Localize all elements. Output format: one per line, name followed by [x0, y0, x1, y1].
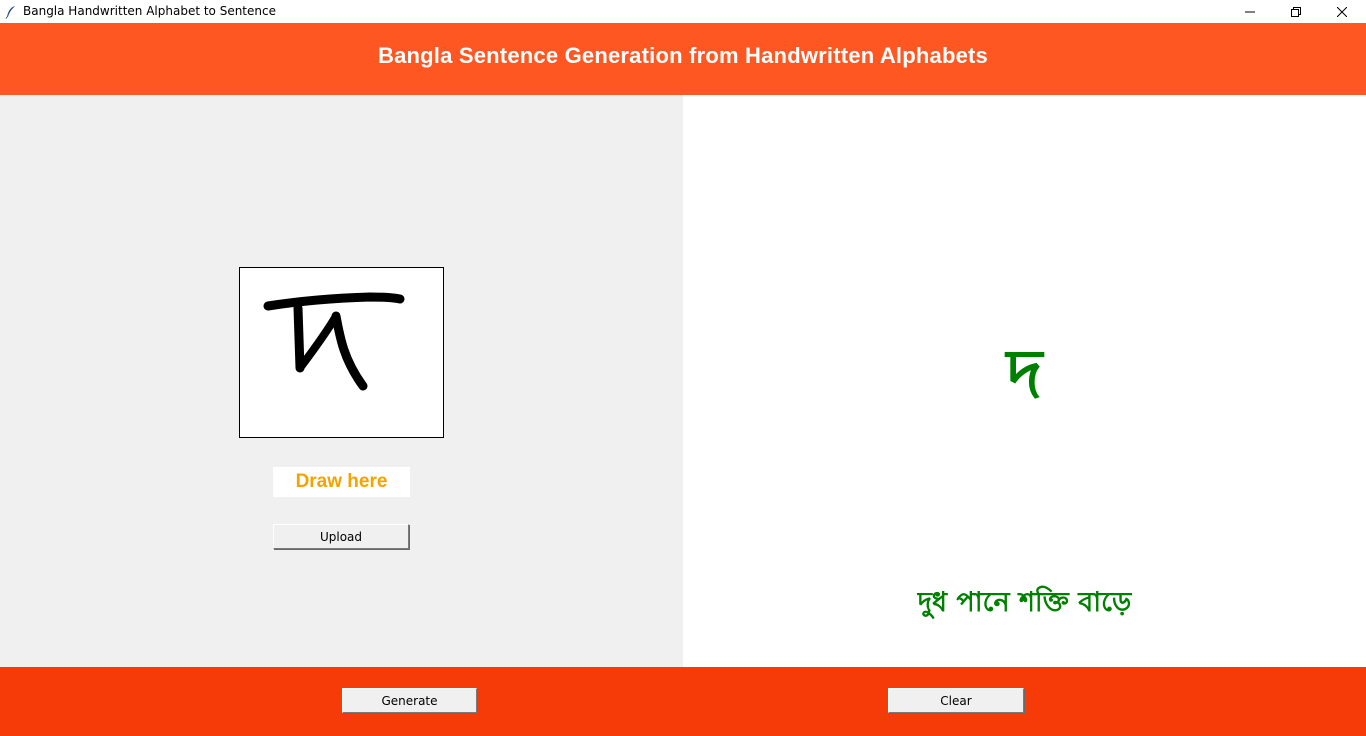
generated-sentence: দুধ পানে শক্তি বাড়ে — [917, 587, 1132, 618]
clear-button[interactable]: Clear — [888, 688, 1024, 713]
page-title: Bangla Sentence Generation from Handwrit… — [378, 43, 988, 68]
window-title: Bangla Handwritten Alphabet to Sentence — [23, 4, 276, 18]
handwritten-stroke — [263, 292, 405, 391]
restore-icon — [1291, 2, 1301, 21]
minimize-icon — [1245, 2, 1255, 21]
app-header: Bangla Sentence Generation from Handwrit… — [0, 23, 1366, 95]
upload-button[interactable]: Upload — [273, 524, 409, 549]
draw-here-label: Draw here — [273, 467, 410, 497]
minimize-button[interactable] — [1227, 0, 1273, 23]
generate-button[interactable]: Generate — [342, 688, 477, 713]
footer-bar: Generate Clear — [0, 667, 1366, 736]
predicted-letter: দ — [1006, 335, 1043, 414]
close-icon — [1336, 2, 1348, 21]
result-panel: দ দুধ পানে শক্তি বাড়ে — [683, 95, 1366, 667]
drawing-canvas[interactable] — [239, 267, 444, 438]
maximize-button[interactable] — [1273, 0, 1319, 23]
feather-icon — [4, 4, 18, 19]
window-titlebar: Bangla Handwritten Alphabet to Sentence — [0, 0, 1366, 23]
close-button[interactable] — [1319, 0, 1365, 23]
drawing-panel: Draw here Upload — [0, 95, 683, 667]
